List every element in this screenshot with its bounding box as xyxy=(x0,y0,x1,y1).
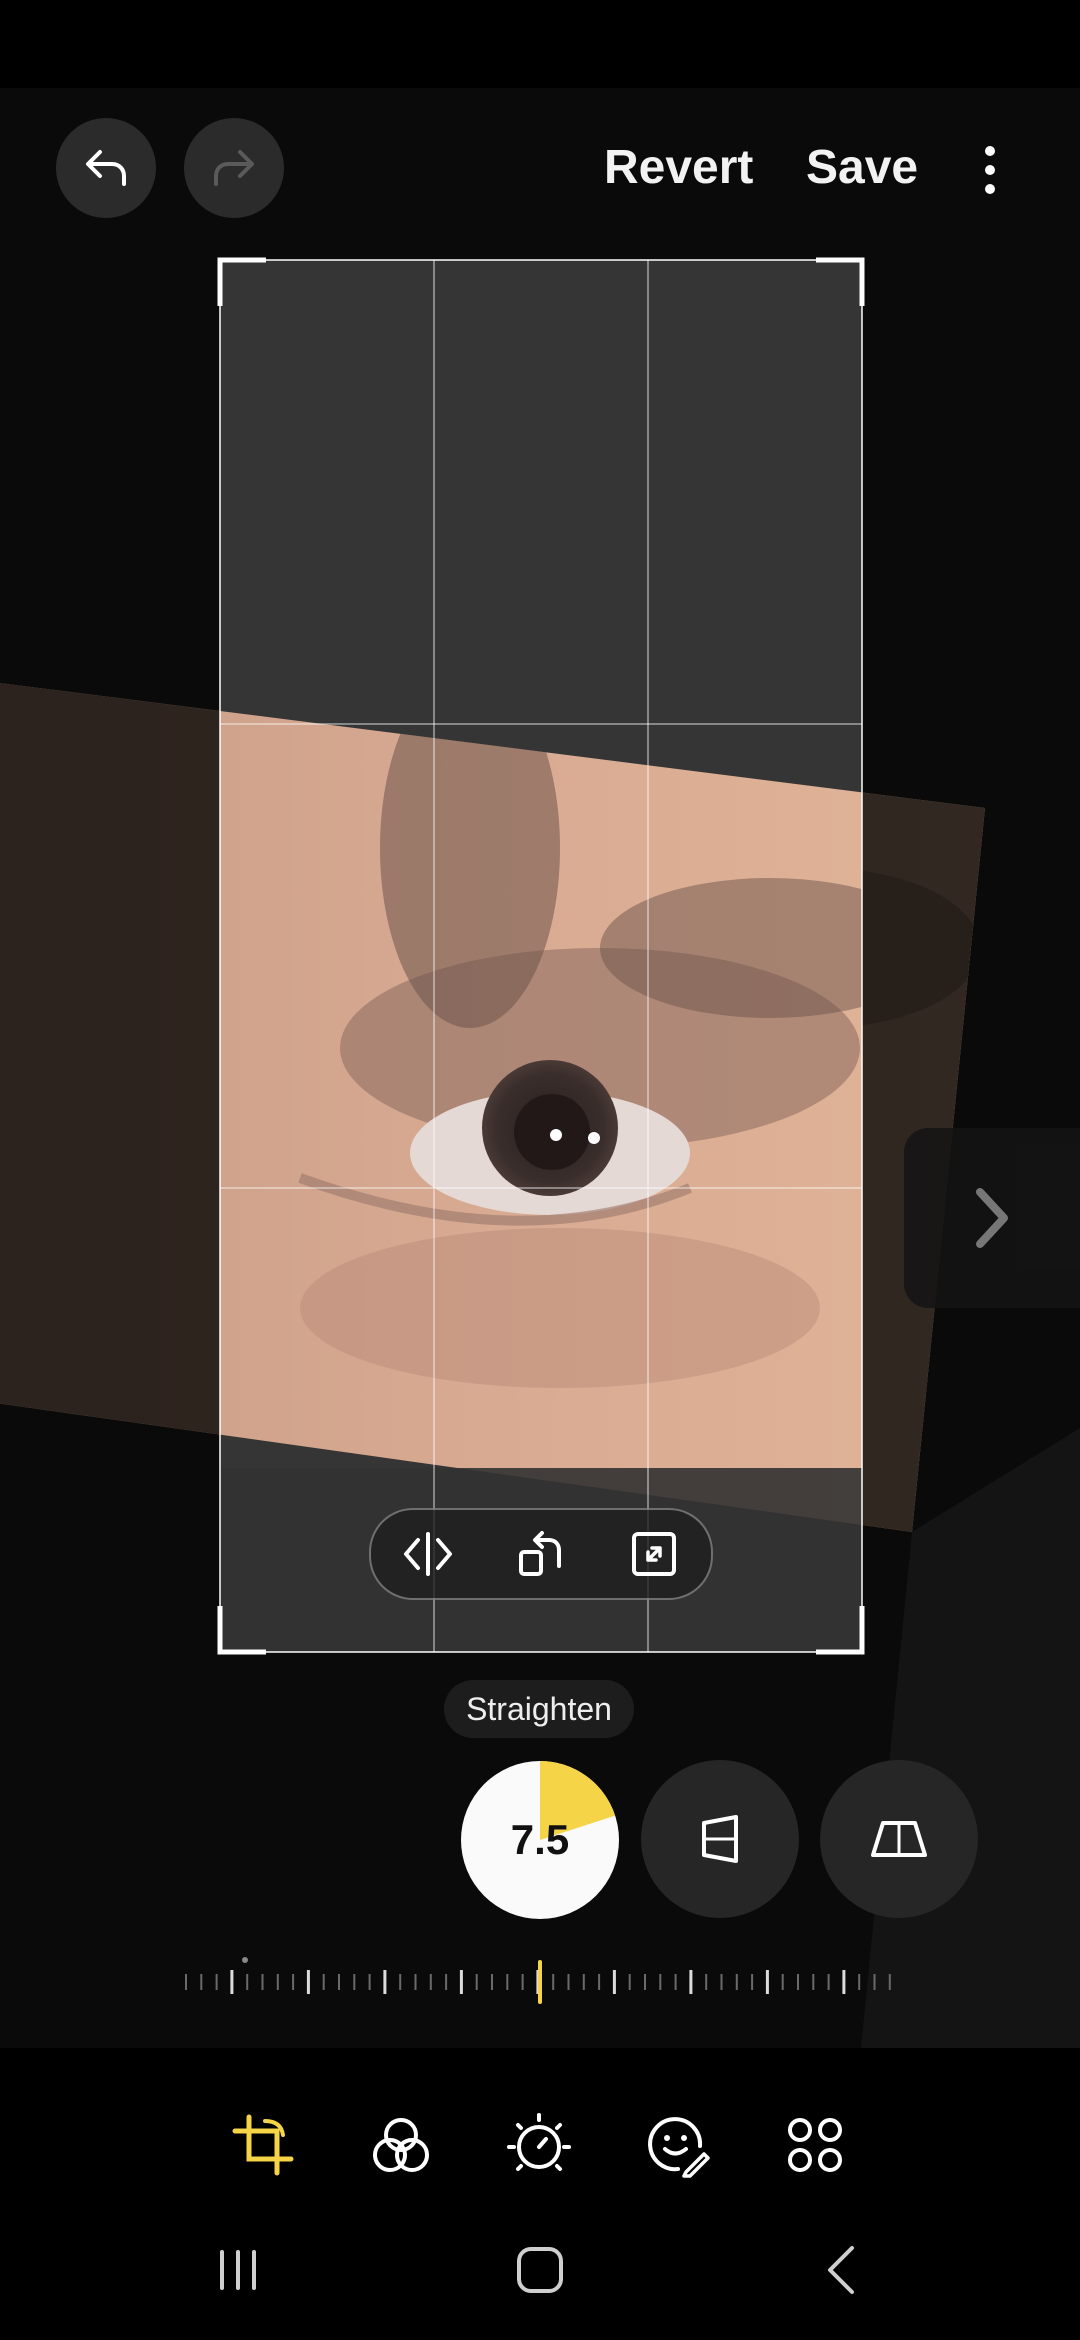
four-dots-icon xyxy=(788,2118,842,2172)
redo-icon xyxy=(214,150,254,186)
chevron-right-icon xyxy=(976,1188,1008,1248)
undo-button[interactable] xyxy=(56,118,156,218)
straighten-dial[interactable]: 7.5 xyxy=(460,1760,620,1920)
horizontal-tilt-icon xyxy=(871,1821,927,1857)
horizontal-perspective-button[interactable] xyxy=(820,1760,978,1918)
slider-ticks xyxy=(185,1957,891,2004)
more-tools[interactable] xyxy=(770,2100,860,2190)
vertical-tilt-icon xyxy=(702,1815,738,1863)
rotate-icon xyxy=(518,1531,561,1576)
back-icon xyxy=(828,2246,854,2294)
status-bar xyxy=(0,0,1080,88)
brightness-icon xyxy=(507,2113,571,2171)
filters-tool[interactable] xyxy=(356,2100,446,2190)
rotate-button[interactable] xyxy=(496,1509,586,1599)
back-button[interactable] xyxy=(782,2210,902,2330)
revert-button[interactable]: Revert xyxy=(604,140,753,195)
sticker-face-icon xyxy=(648,2117,710,2178)
transform-tool[interactable] xyxy=(218,2100,308,2190)
next-photo-tab[interactable] xyxy=(904,1128,1080,1308)
slider-zero-dot xyxy=(242,1957,248,1963)
top-bar: Revert Save xyxy=(0,88,1080,248)
vertical-perspective-button[interactable] xyxy=(641,1760,799,1918)
straighten-slider[interactable] xyxy=(180,1950,900,2010)
straighten-value: 7.5 xyxy=(510,1816,570,1863)
straighten-label: Straighten xyxy=(444,1680,634,1738)
expand-icon xyxy=(632,1532,677,1576)
crop-actions-pill xyxy=(369,1508,713,1600)
filters-icon xyxy=(373,2118,429,2172)
crop-rotate-icon xyxy=(232,2114,294,2176)
more-vertical-icon xyxy=(985,146,995,194)
recents-icon xyxy=(220,2250,256,2290)
bottom-navigation xyxy=(0,2048,1080,2340)
tone-tool[interactable] xyxy=(494,2100,584,2190)
home-icon xyxy=(517,2247,563,2293)
save-button[interactable]: Save xyxy=(806,140,918,195)
flip-button[interactable] xyxy=(383,1509,473,1599)
decorations-tool[interactable] xyxy=(632,2100,722,2190)
recents-button[interactable] xyxy=(178,2210,298,2330)
redo-button[interactable] xyxy=(184,118,284,218)
undo-icon xyxy=(86,150,126,186)
home-button[interactable] xyxy=(480,2210,600,2330)
more-options-button[interactable] xyxy=(960,130,1020,210)
aspect-ratio-button[interactable] xyxy=(609,1509,699,1599)
flip-icon xyxy=(403,1532,452,1576)
